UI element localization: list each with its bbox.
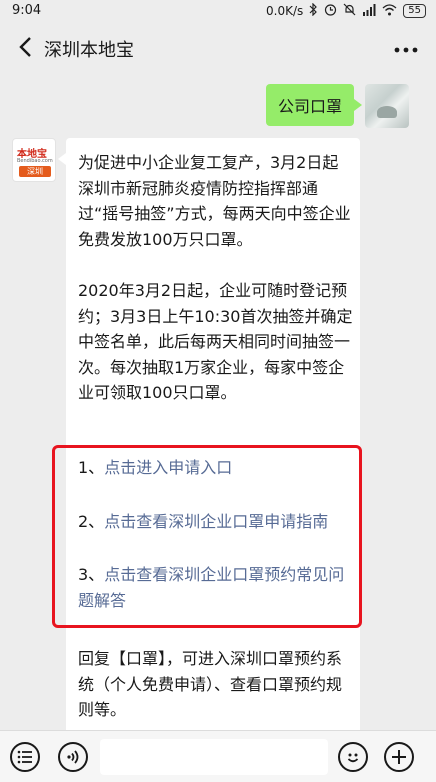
message-paragraph-3: 回复【口罩】，可进入深圳口罩预约系统（个人免费申请）、查看口罩预约规则等。 (78, 649, 343, 719)
link-item-apply-guide: 2、点击查看深圳企业口罩申请指南 (78, 509, 358, 535)
faq-link[interactable]: 点击查看深圳企业口罩预约常见问题解答 (78, 565, 344, 610)
mute-icon (343, 3, 356, 19)
sender-avatar[interactable]: 本地宝 Bendibao.com 深圳 (12, 138, 56, 182)
message-paragraph-2: 2020年3月2日起，企业可随时登记预约；3月3日上午10:30首次抽签并确定中… (78, 281, 353, 402)
link-prefix: 2、 (78, 512, 105, 531)
emoji-icon[interactable] (338, 742, 368, 772)
apply-guide-link[interactable]: 点击查看深圳企业口罩申请指南 (104, 512, 328, 531)
status-time: 9:04 (12, 3, 42, 18)
more-dots-icon[interactable] (394, 34, 418, 59)
signal-icon (362, 3, 376, 19)
chat-header: 深圳本地宝 (0, 22, 436, 74)
menu-list-icon[interactable] (10, 742, 40, 772)
status-right: 0.0K/s 55 (266, 2, 426, 19)
voice-icon[interactable] (58, 742, 88, 772)
logo-city-text: 深圳 (19, 166, 51, 177)
alarm-icon (324, 3, 337, 19)
outgoing-message[interactable]: 公司口罩 (265, 84, 363, 126)
network-speed: 0.0K/s (266, 4, 304, 18)
chat-title: 深圳本地宝 (44, 40, 134, 61)
status-bar: 9:04 0.0K/s 55 (0, 0, 436, 22)
message-paragraph-1: 为促进中小企业复工复产，3月2日起深圳市新冠肺炎疫情防控指挥部通过“摇号抽签”方… (78, 153, 351, 249)
battery-icon: 55 (403, 4, 426, 18)
apply-entry-link[interactable]: 点击进入申请入口 (104, 458, 232, 477)
input-bar (0, 730, 436, 782)
plus-icon[interactable] (384, 742, 414, 772)
message-input[interactable] (100, 739, 328, 775)
link-item-apply-entry: 1、点击进入申请入口 (78, 455, 358, 481)
bluetooth-icon (309, 2, 318, 19)
link-prefix: 1、 (78, 458, 105, 477)
link-item-faq: 3、点击查看深圳企业口罩预约常见问题解答 (78, 562, 358, 613)
incoming-message: 为促进中小企业复工复产，3月2日起深圳市新冠肺炎疫情防控指挥部通过“摇号抽签”方… (58, 138, 360, 730)
link-prefix: 3、 (78, 565, 105, 584)
user-avatar[interactable] (365, 84, 409, 128)
chevron-left-icon[interactable] (10, 32, 40, 62)
outgoing-message-text: 公司口罩 (277, 97, 342, 116)
wifi-icon (382, 3, 397, 19)
chat-messages[interactable]: 公司口罩 本地宝 Bendibao.com 深圳 为促进中小企业复工复产，3月2… (0, 74, 436, 730)
logo-domain-text: Bendibao.com (17, 158, 53, 164)
